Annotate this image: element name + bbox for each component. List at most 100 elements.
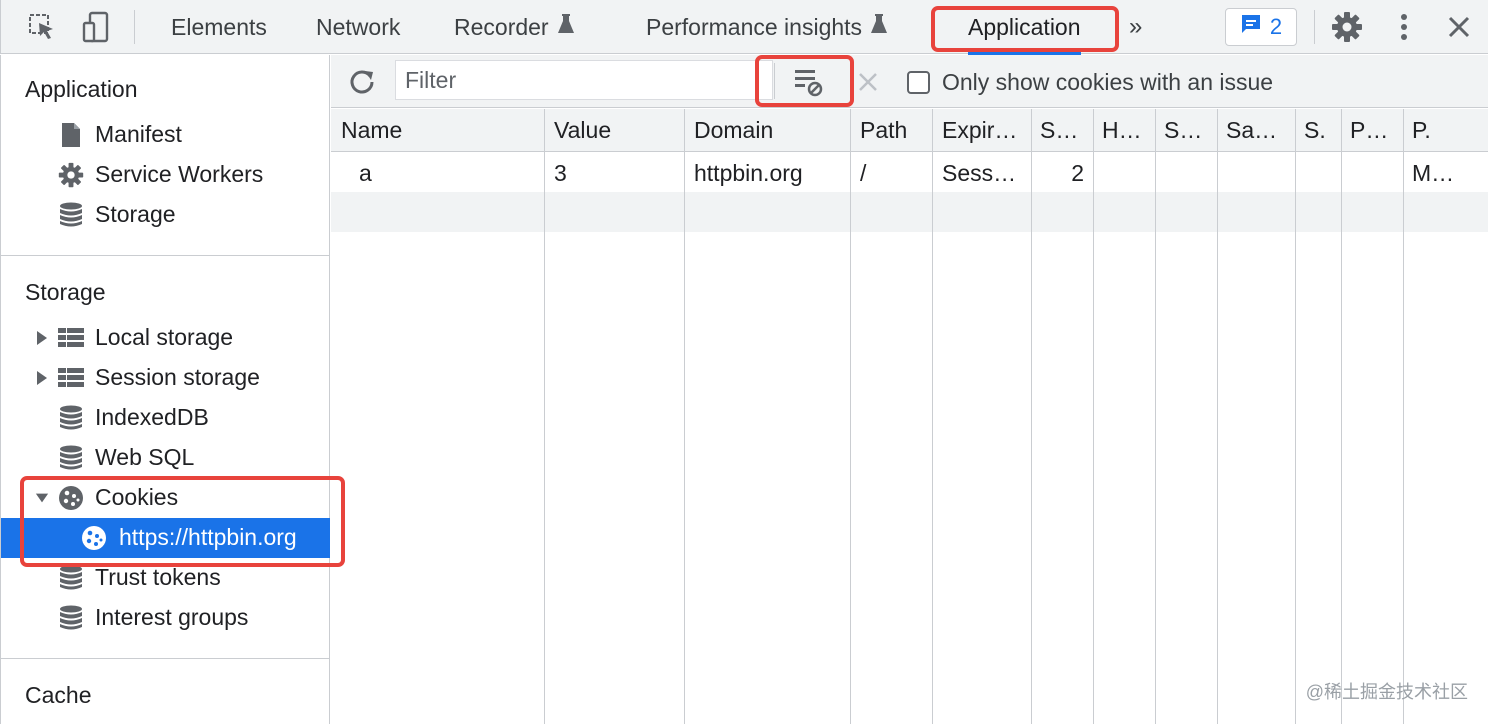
delete-selected-icon[interactable] <box>853 67 883 97</box>
cell-domain: httpbin.org <box>694 160 803 186</box>
column-header-domain[interactable]: Domain <box>694 117 846 144</box>
only-issues-checkbox[interactable]: Only show cookies with an issue <box>907 67 1273 97</box>
gear-icon <box>57 162 85 188</box>
sidebar-item-web-sql[interactable]: Web SQL <box>1 438 330 478</box>
column-divider[interactable] <box>684 109 685 724</box>
tab-recorder[interactable]: Recorder <box>454 0 575 54</box>
toolbar-divider <box>1314 10 1315 44</box>
sidebar-item-label: IndexedDB <box>95 404 209 430</box>
sidebar-item-label: Trust tokens <box>95 564 221 590</box>
tab-performance-insights[interactable]: Performance insights <box>646 0 888 54</box>
cell-priority: M… <box>1412 160 1455 186</box>
sidebar-item-cookies[interactable]: Cookies <box>1 478 330 518</box>
sidebar-item-service-workers[interactable]: Service Workers <box>1 155 330 195</box>
column-divider[interactable] <box>932 109 933 724</box>
column-divider[interactable] <box>1295 109 1296 724</box>
document-icon <box>57 122 85 148</box>
column-divider[interactable] <box>1403 109 1404 724</box>
sidebar-item-label: https://httpbin.org <box>119 524 297 550</box>
only-issues-label: Only show cookies with an issue <box>942 68 1274 95</box>
column-header-name[interactable]: Name <box>341 117 539 144</box>
table-grid-icon <box>57 325 85 351</box>
sidebar-item-label: Interest groups <box>95 604 249 630</box>
column-header-samesite[interactable]: Sa… <box>1226 117 1292 144</box>
section-divider <box>1 658 330 659</box>
sidebar-item-label: Cookies <box>95 484 179 510</box>
tab-elements-label: Elements <box>171 13 267 40</box>
issues-button[interactable]: 2 <box>1225 8 1297 46</box>
section-heading-cache: Cache <box>25 682 92 708</box>
sidebar-item-label: Local storage <box>95 324 234 350</box>
tab-elements[interactable]: Elements <box>171 0 267 54</box>
tab-application-label: Application <box>968 13 1081 40</box>
column-header-partition-key[interactable]: P… <box>1350 117 1400 144</box>
sidebar-item-session-storage[interactable]: Session storage <box>1 358 330 398</box>
close-icon[interactable] <box>1440 8 1478 46</box>
cell-path: / <box>860 160 867 186</box>
cell-value: 3 <box>554 160 567 186</box>
cookies-toolbar: Only show cookies with an issue <box>331 55 1488 108</box>
sidebar-item-interest-groups[interactable]: Interest groups <box>1 598 330 638</box>
column-header-httponly[interactable]: H… <box>1102 117 1152 144</box>
expand-triangle-icon[interactable] <box>35 330 49 346</box>
sidebar-item-label: Web SQL <box>95 444 195 470</box>
sidebar-item-local-storage[interactable]: Local storage <box>1 318 330 358</box>
cell-name: a <box>359 160 372 186</box>
message-icon <box>1240 13 1262 41</box>
database-icon <box>57 405 85 431</box>
column-header-value[interactable]: Value <box>554 117 680 144</box>
column-divider[interactable] <box>850 109 851 724</box>
refresh-icon[interactable] <box>345 65 379 99</box>
sidebar-item-indexeddb[interactable]: IndexedDB <box>1 398 330 438</box>
flask-icon <box>557 13 575 41</box>
column-header-path[interactable]: Path <box>860 117 928 144</box>
column-header-size[interactable]: S… <box>1040 117 1090 144</box>
column-divider[interactable] <box>1217 109 1218 724</box>
sidebar-item-trust-tokens[interactable]: Trust tokens <box>1 558 330 598</box>
clear-all-cookies-icon[interactable] <box>791 65 827 99</box>
section-heading-application: Application <box>25 76 138 102</box>
tab-performance-insights-label: Performance insights <box>646 13 863 40</box>
database-icon <box>57 445 85 471</box>
gear-icon[interactable] <box>1328 8 1366 46</box>
devtools-tab-bar: Elements Network Recorder Performance in… <box>0 0 1488 55</box>
column-header-expires[interactable]: Expir… <box>942 117 1028 144</box>
filter-input[interactable] <box>395 60 773 100</box>
database-icon <box>57 202 85 228</box>
column-header-secure[interactable]: S… <box>1164 117 1214 144</box>
column-divider[interactable] <box>1093 109 1094 724</box>
toolbar-divider <box>774 63 775 99</box>
sidebar-item-label: Storage <box>95 201 176 227</box>
column-divider[interactable] <box>1031 109 1032 724</box>
column-header-sameparty[interactable]: S. <box>1304 117 1338 144</box>
tab-network[interactable]: Network <box>316 0 400 54</box>
cookie-icon <box>57 485 85 511</box>
collapse-triangle-icon[interactable] <box>35 490 49 506</box>
sidebar-item-storage[interactable]: Storage <box>1 195 330 235</box>
checkbox-box[interactable] <box>907 70 930 94</box>
device-toolbar-icon[interactable] <box>77 8 115 46</box>
tab-application[interactable]: Application <box>968 0 1081 55</box>
flask-icon <box>870 13 888 41</box>
section-heading-storage: Storage <box>25 279 106 305</box>
table-row-empty <box>331 192 1488 232</box>
column-divider[interactable] <box>544 109 545 724</box>
application-sidebar: Application Manifest Service Workers Sto… <box>0 55 330 724</box>
more-options-icon[interactable] <box>1385 8 1423 46</box>
expand-triangle-icon[interactable] <box>35 370 49 386</box>
sidebar-item-cookies-httpbin[interactable]: https://httpbin.org <box>1 518 330 558</box>
tab-network-label: Network <box>316 13 401 40</box>
inspect-element-icon[interactable] <box>23 8 61 46</box>
table-grid-icon <box>57 365 85 391</box>
database-icon <box>57 565 85 591</box>
cookie-icon <box>80 525 108 551</box>
column-divider[interactable] <box>1155 109 1156 724</box>
column-divider[interactable] <box>1341 109 1342 724</box>
sidebar-item-label: Session storage <box>95 364 260 390</box>
database-icon <box>57 605 85 631</box>
column-header-priority[interactable]: P. <box>1412 117 1482 144</box>
sidebar-item-manifest[interactable]: Manifest <box>1 115 330 155</box>
more-tabs-button[interactable]: » <box>1129 0 1142 54</box>
issues-count: 2 <box>1269 14 1283 39</box>
cell-expires: Sess… <box>942 160 1017 186</box>
